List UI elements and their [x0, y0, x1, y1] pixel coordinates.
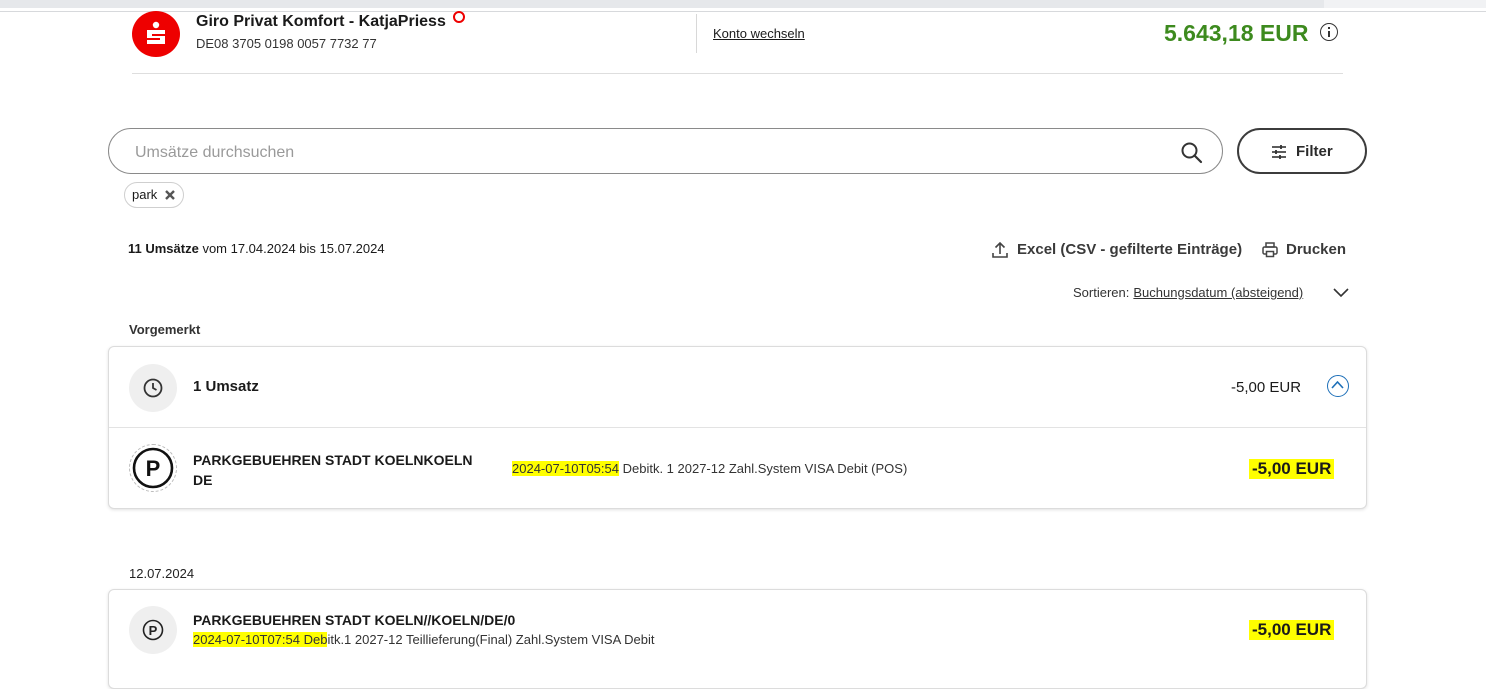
switch-account-link[interactable]: Konto wechseln [713, 26, 805, 41]
transaction-detail: 2024-07-10T07:54 Debitk.1 2027-12 Teilli… [193, 632, 655, 647]
pending-group-amount: -5,00 EUR [1231, 379, 1302, 396]
horizontal-scrollbar[interactable] [0, 0, 1324, 8]
filter-chip-label: park [132, 187, 158, 202]
svg-text:P: P [149, 623, 158, 638]
transaction-row[interactable]: P PARKGEBUEHREN STADT KOELN//KOELN/DE/0 … [109, 590, 1366, 670]
filter-button-label: Filter [1296, 143, 1333, 160]
sort-control[interactable]: Sortieren: Buchungsdatum (absteigend) [1073, 285, 1303, 300]
transaction-detail: 2024-07-10T05:54 Debitk. 1 2027-12 Zahl.… [512, 461, 908, 476]
top-divider [0, 11, 1486, 12]
info-icon[interactable] [1320, 23, 1338, 41]
transaction-name: PARKGEBUEHREN STADT KOELNKOELN DE [193, 452, 473, 488]
clock-icon [129, 364, 177, 412]
account-name: Giro Privat Komfort - KatjaPriess [196, 11, 465, 31]
sparkasse-logo-icon [132, 11, 180, 57]
transaction-name: PARKGEBUEHREN STADT KOELN//KOELN/DE/0 [193, 612, 516, 628]
dated-transactions-card: P PARKGEBUEHREN STADT KOELN//KOELN/DE/0 … [108, 589, 1367, 689]
filter-button[interactable]: Filter [1237, 128, 1367, 174]
section-label-date: 12.07.2024 [129, 566, 195, 581]
transaction-amount: -5,00 EUR [1249, 620, 1335, 640]
chevron-down-icon[interactable] [1333, 286, 1349, 298]
print-button[interactable]: Drucken [1261, 241, 1346, 258]
parking-icon: P [129, 606, 177, 654]
header-divider [132, 73, 1343, 74]
upload-icon [992, 241, 1008, 258]
pending-group-title: 1 Umsatz [193, 378, 259, 395]
account-iban: DE08 3705 0198 0057 7732 77 [196, 36, 377, 51]
transaction-amount: -5,00 EUR [1249, 459, 1335, 479]
transaction-count: 11 Umsätze vom 17.04.2024 bis 15.07.2024 [128, 241, 385, 256]
account-status-dot-icon [452, 11, 465, 23]
chip-close-icon[interactable] [164, 189, 176, 201]
filter-sliders-icon [1272, 145, 1286, 159]
export-csv-button[interactable]: Excel (CSV - gefilterte Einträge) [990, 241, 1242, 258]
transaction-row[interactable]: P PARKGEBUEHREN STADT KOELNKOELN DE 2024… [109, 428, 1366, 509]
header-vertical-divider [696, 14, 697, 53]
browser-top-strip [0, 0, 1486, 8]
parking-icon: P [129, 444, 177, 492]
search-icon[interactable] [1180, 141, 1204, 165]
pending-group-header[interactable]: 1 Umsatz -5,00 EUR [109, 347, 1366, 427]
svg-text:P: P [146, 456, 161, 481]
filter-chip[interactable]: park [124, 182, 185, 208]
sort-value[interactable]: Buchungsdatum (absteigend) [1133, 285, 1303, 300]
search-input[interactable] [133, 141, 1167, 165]
pending-transactions-card: 1 Umsatz -5,00 EUR P PARKGEBUEHREN STADT… [108, 346, 1367, 509]
search-box [108, 128, 1223, 174]
printer-icon [1262, 242, 1278, 258]
section-label-pending: Vorgemerkt [129, 322, 201, 337]
account-balance: 5.643,18 EUR [1164, 20, 1309, 46]
chevron-up-icon[interactable] [1327, 375, 1349, 397]
